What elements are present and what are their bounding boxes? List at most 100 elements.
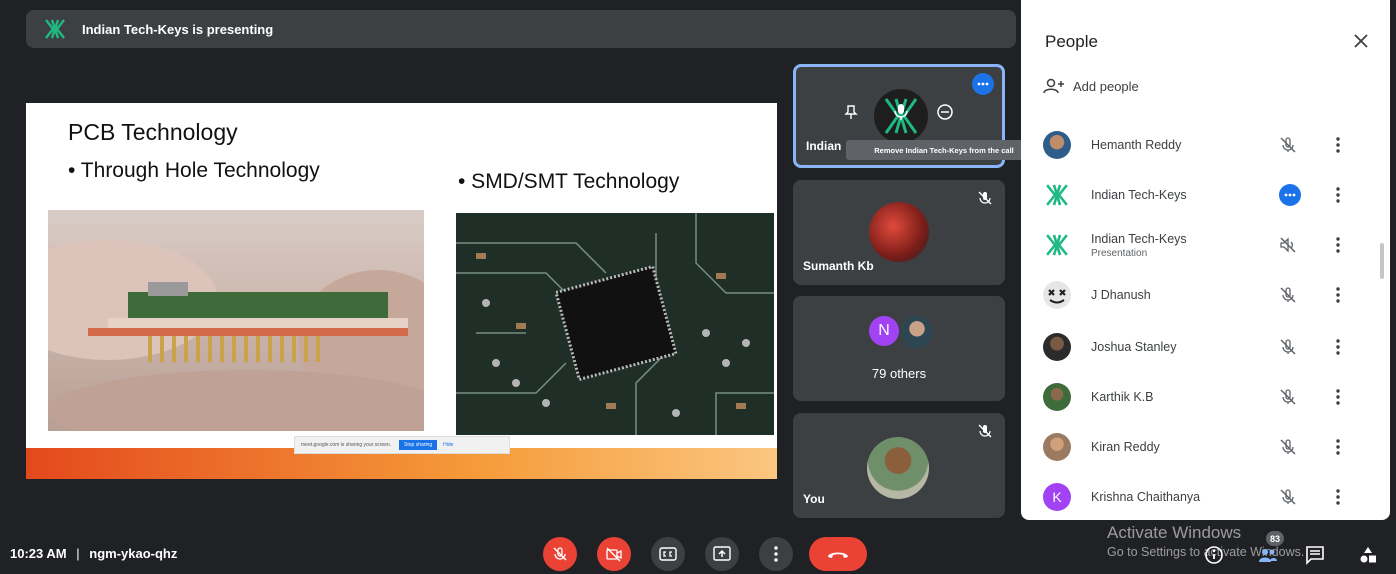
participant-name: Indian Tech-Keys — [1091, 232, 1187, 246]
mic-off-icon — [553, 547, 567, 561]
participants-count-badge: 83 — [1266, 531, 1284, 546]
participant-row[interactable]: Kiran Reddy — [1021, 422, 1390, 472]
camera-off-icon — [606, 547, 622, 562]
meet-window: Indian Tech-Keys is presenting PCB Techn… — [0, 0, 1396, 574]
through-hole-pcb-photo — [48, 210, 424, 431]
avatar: K — [1043, 483, 1071, 511]
presenting-banner: Indian Tech-Keys is presenting — [26, 10, 1016, 48]
mic-off-icon — [978, 191, 992, 205]
avatar — [1043, 281, 1071, 309]
microphone-icon[interactable] — [888, 99, 914, 125]
participant-tile-self[interactable]: You — [793, 413, 1005, 518]
tech-keys-logo-icon — [45, 19, 65, 39]
smd-pcb-photo — [456, 213, 774, 435]
participant-tile-sumanth[interactable]: Sumanth Kb — [793, 180, 1005, 285]
mic-off-icon — [1280, 137, 1296, 153]
mic-off-icon — [978, 424, 992, 438]
clock-time: 10:23 AM — [10, 546, 67, 561]
remove-tooltip: Remove Indian Tech-Keys from the call — [846, 140, 1042, 160]
avatar — [869, 202, 929, 262]
remove-participant-icon[interactable] — [932, 99, 958, 125]
hide-button[interactable]: Hide — [443, 442, 453, 448]
participant-row[interactable]: Indian Tech-Keys — [1021, 170, 1390, 220]
participant-tile-others[interactable]: N 79 others — [793, 296, 1005, 401]
add-people-label: Add people — [1073, 78, 1139, 94]
add-people-button[interactable]: Add people — [1043, 78, 1139, 94]
participant-name: Karthik K.B — [1091, 390, 1154, 404]
participant-subtitle: Presentation — [1091, 248, 1148, 259]
participant-name: Hemanth Reddy — [1091, 138, 1182, 152]
captions-button[interactable] — [651, 537, 685, 571]
closed-captions-icon — [659, 547, 677, 561]
more-vert-icon[interactable] — [1331, 186, 1345, 204]
mic-off-icon — [1280, 339, 1296, 355]
people-icon[interactable] — [1258, 545, 1278, 565]
avatar — [1043, 333, 1071, 361]
speaking-indicator-icon — [1279, 184, 1301, 206]
participant-row[interactable]: K Krishna Chaithanya — [1021, 472, 1390, 522]
add-person-icon — [1043, 78, 1064, 94]
avatar — [1043, 383, 1071, 411]
more-vert-icon — [774, 546, 778, 562]
avatar — [1043, 433, 1071, 461]
presenting-text: Indian Tech-Keys is presenting — [82, 21, 274, 37]
close-icon[interactable] — [1352, 32, 1370, 50]
pin-icon[interactable] — [838, 99, 864, 125]
more-options-button[interactable] — [759, 537, 793, 571]
participant-name: J Dhanush — [1091, 288, 1151, 302]
avatar — [1043, 131, 1071, 159]
screen-share-notice: meet.google.com is sharing your screen. … — [294, 436, 510, 454]
presentation-slide: PCB Technology • Through Hole Technology… — [26, 103, 777, 479]
more-vert-icon[interactable] — [1331, 438, 1345, 456]
slide-bullet-left: • Through Hole Technology — [68, 159, 320, 182]
participant-name: Krishna Chaithanya — [1091, 490, 1201, 504]
activities-icon[interactable] — [1358, 545, 1378, 565]
participant-name: Sumanth Kb — [803, 259, 874, 273]
stop-sharing-button[interactable]: Stop sharing — [399, 440, 438, 450]
slide-bullet-right: • SMD/SMT Technology — [458, 170, 680, 193]
more-vert-icon[interactable] — [1331, 388, 1345, 406]
mic-off-icon — [1280, 287, 1296, 303]
more-vert-icon[interactable] — [1331, 338, 1345, 356]
mic-off-icon — [1280, 439, 1296, 455]
avatar — [901, 316, 933, 348]
more-vert-icon[interactable] — [1331, 286, 1345, 304]
present-screen-icon — [713, 546, 731, 561]
scrollbar[interactable] — [1380, 243, 1384, 279]
people-panel: People Add people Hemanth Reddy Indian T… — [1021, 0, 1390, 520]
more-vert-icon[interactable] — [1331, 488, 1345, 506]
tech-keys-logo-icon — [1043, 231, 1071, 259]
tech-keys-logo-icon — [1043, 181, 1071, 209]
audio-off-icon — [1280, 237, 1296, 253]
participant-row[interactable]: Hemanth Reddy — [1021, 120, 1390, 170]
leave-call-button[interactable] — [809, 537, 867, 571]
avatar — [867, 437, 929, 499]
participant-name: Indian Tech-Keys — [1091, 188, 1187, 202]
participant-row[interactable]: Joshua Stanley — [1021, 322, 1390, 372]
more-vert-icon[interactable] — [1331, 136, 1345, 154]
separator: | — [76, 546, 80, 561]
participant-name: You — [803, 492, 825, 506]
info-icon[interactable] — [1204, 545, 1224, 565]
participant-row[interactable]: Indian Tech-Keys Presentation — [1021, 220, 1390, 270]
more-vert-icon[interactable] — [1331, 236, 1345, 254]
slide-title: PCB Technology — [68, 119, 238, 145]
meeting-details[interactable]: 10:23 AM | ngm-ykao-qhz — [10, 546, 177, 561]
participant-row[interactable]: Karthik K.B — [1021, 372, 1390, 422]
participant-name: Indian — [806, 139, 842, 153]
participant-name: Joshua Stanley — [1091, 340, 1177, 354]
mic-off-icon — [1280, 489, 1296, 505]
share-notice-text: meet.google.com is sharing your screen. — [301, 442, 392, 448]
others-count: 79 others — [871, 366, 927, 381]
camera-toggle-button[interactable] — [597, 537, 631, 571]
chat-icon[interactable] — [1305, 545, 1325, 565]
more-options-icon[interactable] — [972, 73, 994, 95]
participant-row[interactable]: J Dhanush — [1021, 270, 1390, 320]
participant-name: Kiran Reddy — [1091, 440, 1160, 454]
mic-off-icon — [1280, 389, 1296, 405]
hang-up-icon — [828, 552, 848, 558]
activate-windows-title: Activate Windows — [1107, 523, 1242, 542]
present-button[interactable] — [705, 537, 739, 571]
mic-toggle-button[interactable] — [543, 537, 577, 571]
panel-title: People — [1045, 32, 1098, 51]
